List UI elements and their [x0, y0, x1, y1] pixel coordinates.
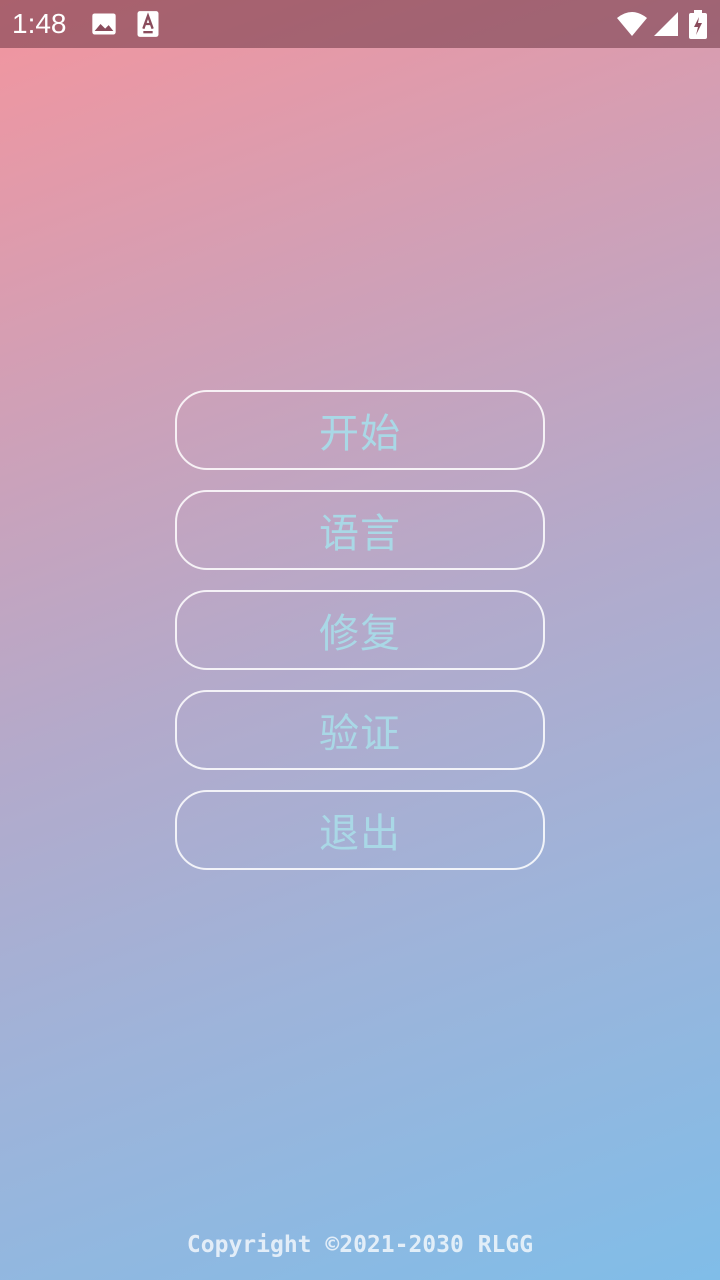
repair-button[interactable]: 修复	[175, 590, 545, 670]
status-bar: 1:48	[0, 0, 720, 48]
verify-button-label: 验证	[319, 711, 401, 757]
wifi-icon	[616, 10, 648, 38]
language-button[interactable]: 语言	[175, 490, 545, 570]
repair-button-label: 修复	[319, 611, 401, 657]
status-time: 1:48	[12, 8, 67, 39]
main-menu: 开始 语言 修复 验证 退出	[175, 390, 545, 890]
exit-button[interactable]: 退出	[175, 790, 545, 870]
start-button[interactable]: 开始	[175, 390, 545, 470]
copyright-text: Copyright ©2021-2030 RLGG	[186, 1232, 534, 1258]
exit-button-label: 退出	[319, 811, 401, 857]
start-button-label: 开始	[319, 411, 401, 457]
verify-button[interactable]: 验证	[175, 690, 545, 770]
battery-charging-icon	[688, 10, 708, 39]
a11y-text-icon	[134, 10, 162, 38]
language-button-label: 语言	[319, 511, 401, 557]
cell-signal-icon	[652, 10, 680, 38]
image-icon	[90, 10, 118, 38]
